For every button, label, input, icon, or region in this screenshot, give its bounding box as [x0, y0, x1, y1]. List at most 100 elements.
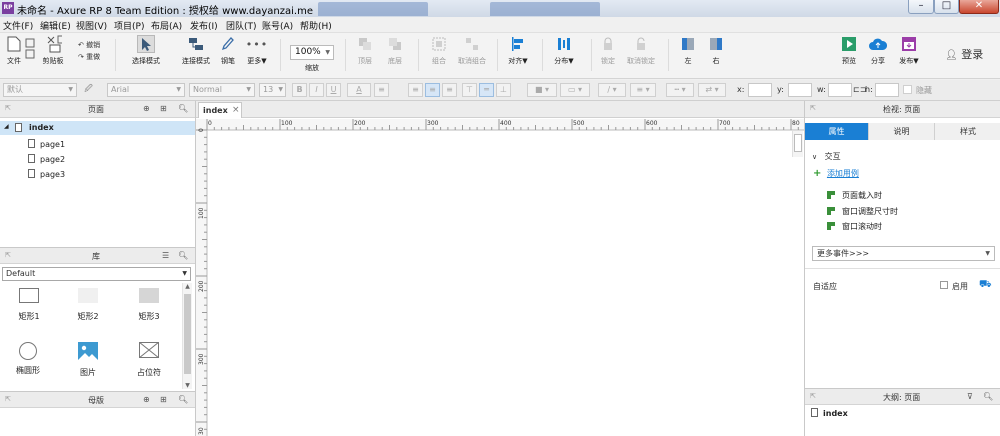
group-button[interactable]: 组合 [428, 35, 450, 66]
tree-item-index[interactable]: ◢ index [0, 121, 195, 135]
shape-placeholder[interactable]: 占位符 [130, 341, 168, 378]
font-weight-select[interactable]: Normal ▼ [189, 83, 255, 97]
bring-to-top-button[interactable]: 顶层 [354, 35, 376, 66]
expand-arrow-icon[interactable]: ◢ [4, 123, 9, 130]
tab-notes[interactable]: 说明 [869, 123, 935, 140]
search-icon[interactable]: 🔍︎ [178, 395, 188, 404]
shape-rectangle-1[interactable]: 矩形1 [12, 288, 46, 322]
underline-button[interactable]: U [326, 83, 341, 97]
pin-icon[interactable]: ⇱ [810, 104, 816, 112]
interactions-section[interactable]: ∨ 交互 [812, 151, 841, 162]
filter-icon[interactable]: ⊽ [967, 392, 973, 401]
clipboard-group[interactable]: 剪贴板 [40, 35, 66, 66]
share-button[interactable]: 分享 [866, 35, 890, 66]
text-color-button[interactable]: A [347, 83, 371, 97]
event-window-scroll[interactable]: 窗口滚动时 [827, 221, 882, 232]
right-button[interactable]: 右 [706, 35, 726, 66]
pin-icon[interactable]: ⇱ [5, 251, 11, 259]
shape-image[interactable]: 图片 [71, 342, 105, 378]
width-input[interactable] [828, 83, 852, 97]
scrollbar-thumb[interactable] [184, 294, 191, 374]
menu-view[interactable]: 视图(V) [76, 19, 107, 32]
height-input[interactable] [875, 83, 899, 97]
font-size-select[interactable]: 13 ▼ [259, 83, 286, 97]
connect-mode-button[interactable]: 连接模式 [174, 35, 218, 66]
minimize-button[interactable]: – [908, 0, 934, 14]
tab-properties[interactable]: 属性 [805, 123, 869, 140]
left-button[interactable]: 左 [678, 35, 698, 66]
scrollbar-thumb[interactable] [794, 134, 802, 152]
more-events-select[interactable]: 更多事件>>> ▼ [812, 246, 995, 261]
menu-publish[interactable]: 发布(I) [190, 19, 218, 32]
search-icon[interactable]: 🔍︎ [983, 392, 993, 401]
menu-layout[interactable]: 布局(A) [151, 19, 182, 32]
tree-item-page2[interactable]: page2 [28, 154, 65, 164]
zoom-select[interactable]: 100% ▼ 缩放 [290, 45, 334, 73]
align-center-icon[interactable]: ≡ [425, 83, 440, 97]
more-tools-button[interactable]: ••• 更多▼ [244, 35, 270, 66]
close-button[interactable]: ✕ [959, 0, 999, 14]
scroll-down-icon[interactable]: ▼ [183, 382, 192, 389]
unlock-button[interactable]: 取消锁定 [624, 35, 658, 66]
undo-button[interactable]: ↶ 撤销 [78, 40, 100, 50]
align-button[interactable]: 对齐▼ [505, 35, 531, 66]
maximize-button[interactable]: □ [934, 0, 959, 14]
bold-button[interactable]: B [292, 83, 307, 97]
library-select[interactable]: Default ▼ [2, 267, 191, 281]
add-page-icon[interactable]: ⊕ [143, 104, 150, 113]
add-case-link[interactable]: + 添加用例 [813, 168, 859, 179]
arrow-style-button[interactable]: ⇄ ▾ [698, 83, 726, 97]
enable-checkbox[interactable] [940, 281, 948, 289]
close-tab-icon[interactable]: × [232, 105, 240, 115]
bullet-list-icon[interactable]: ≡ [374, 83, 389, 97]
y-input[interactable] [788, 83, 812, 97]
canvas-scrollbar[interactable] [792, 131, 803, 157]
menu-file[interactable]: 文件(F) [3, 19, 33, 32]
italic-button[interactable]: I [309, 83, 324, 97]
menu-edit[interactable]: 编辑(E) [40, 19, 71, 32]
menu-account[interactable]: 账号(A) [262, 19, 293, 32]
menu-help[interactable]: 帮助(H) [300, 19, 332, 32]
pin-icon[interactable]: ⇱ [810, 392, 816, 400]
x-input[interactable] [748, 83, 772, 97]
event-page-load[interactable]: 页面载入时 [827, 190, 882, 201]
tab-index[interactable]: index × [198, 102, 242, 118]
font-family-select[interactable]: Arial ▼ [107, 83, 185, 97]
outline-item-index[interactable]: index [811, 408, 848, 418]
menu-lines-icon[interactable]: ☰ [162, 251, 169, 260]
line-width-button[interactable]: ≡ ▾ [630, 83, 656, 97]
shape-ellipse[interactable]: 椭圆形 [10, 342, 46, 376]
menu-project[interactable]: 项目(P) [114, 19, 144, 32]
search-icon[interactable]: 🔍︎ [178, 104, 188, 113]
shadow-button[interactable]: ▭ ▾ [560, 83, 590, 97]
redo-button[interactable]: ↷ 重做 [78, 52, 100, 62]
line-color-button[interactable]: ∕ ▾ [598, 83, 626, 97]
add-master-icon[interactable]: ⊕ [143, 395, 150, 404]
tree-item-page3[interactable]: page3 [28, 169, 65, 179]
ungroup-button[interactable]: 取消组合 [454, 35, 490, 66]
publish-button[interactable]: 发布▼ [896, 35, 922, 66]
hidden-checkbox[interactable] [903, 85, 912, 94]
pen-button[interactable]: 钢笔 [218, 35, 238, 66]
menu-team[interactable]: 团队(T) [226, 19, 257, 32]
valign-top-icon[interactable]: ⊤ [462, 83, 477, 97]
fill-color-button[interactable]: ■ ▾ [527, 83, 557, 97]
pin-icon[interactable]: ⇱ [5, 395, 11, 403]
distribute-button[interactable]: 分布▼ [551, 35, 577, 66]
library-scrollbar[interactable]: ▲ ▼ [182, 283, 192, 389]
shape-rectangle-3[interactable]: 矩形3 [132, 288, 166, 322]
shape-rectangle-2[interactable]: 矩形2 [71, 288, 105, 322]
align-left-icon[interactable]: ≡ [408, 83, 423, 97]
tree-item-page1[interactable]: page1 [28, 139, 65, 149]
style-select[interactable]: 默认 ▼ [3, 83, 77, 97]
pin-icon[interactable]: ⇱ [5, 104, 11, 112]
adaptive-views-icon[interactable]: ⛟ [979, 279, 992, 292]
scroll-up-icon[interactable]: ▲ [183, 283, 192, 290]
select-mode-button[interactable]: 选择模式 [122, 35, 170, 66]
add-folder-icon[interactable]: ⊞ [160, 395, 167, 404]
preview-button[interactable]: 预览 [838, 35, 860, 66]
valign-bottom-icon[interactable]: ⊥ [496, 83, 511, 97]
event-window-resize[interactable]: 窗口调整尺寸时 [827, 206, 898, 217]
valign-middle-icon[interactable]: ═ [479, 83, 494, 97]
line-style-button[interactable]: ┅ ▾ [666, 83, 694, 97]
